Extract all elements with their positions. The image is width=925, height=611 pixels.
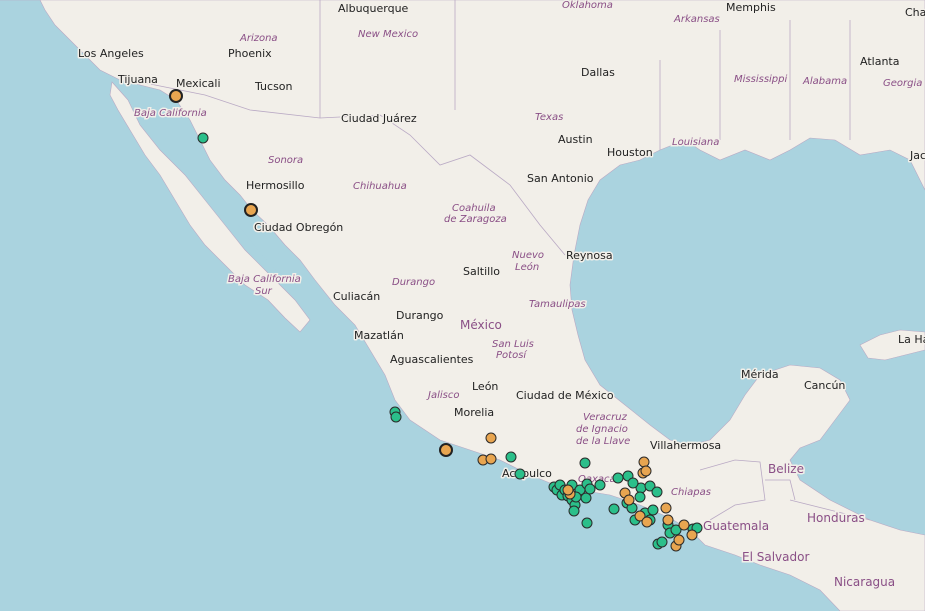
region-label: Coahuila bbox=[452, 203, 496, 214]
region-label: Tamaulipas bbox=[529, 299, 586, 310]
earthquake-marker[interactable] bbox=[651, 486, 663, 498]
earthquake-marker[interactable] bbox=[634, 491, 646, 503]
country-label: Honduras bbox=[807, 511, 865, 525]
region-label: Jalisco bbox=[426, 390, 459, 401]
city-label: Mazatlán bbox=[354, 329, 404, 342]
earthquake-marker[interactable] bbox=[656, 536, 668, 548]
city-label: Mexicali bbox=[176, 77, 221, 90]
city-label: Jac bbox=[909, 149, 925, 162]
earthquake-marker[interactable] bbox=[641, 516, 653, 528]
city-label: Memphis bbox=[726, 1, 776, 14]
region-label: Mississippi bbox=[734, 74, 787, 85]
earthquake-marker[interactable] bbox=[584, 483, 596, 495]
earthquake-marker[interactable] bbox=[673, 534, 685, 546]
city-label: Villahermosa bbox=[650, 439, 721, 452]
region-label: de la Llave bbox=[576, 436, 630, 447]
region-label: Veracruz bbox=[583, 412, 628, 423]
earthquake-marker[interactable] bbox=[485, 453, 497, 465]
region-label: Oklahoma bbox=[562, 0, 613, 11]
region-label: León bbox=[515, 261, 539, 273]
city-label: Durango bbox=[396, 309, 444, 322]
earthquake-marker[interactable] bbox=[594, 479, 606, 491]
city-label: Hermosillo bbox=[246, 179, 305, 192]
city-label: Ciudad Obregón bbox=[254, 221, 343, 234]
earthquake-marker[interactable] bbox=[608, 503, 620, 515]
city-label: Los Angeles bbox=[78, 47, 144, 60]
region-label: Chihuahua bbox=[353, 181, 407, 192]
earthquake-marker[interactable] bbox=[640, 465, 652, 477]
earthquake-marker[interactable] bbox=[686, 529, 698, 541]
land-layer bbox=[0, 0, 925, 611]
city-label: Morelia bbox=[454, 406, 494, 419]
region-label: Potosí bbox=[496, 349, 527, 361]
earthquake-marker[interactable] bbox=[627, 477, 639, 489]
region-label: de Ignacio bbox=[576, 424, 628, 435]
city-label: Reynosa bbox=[566, 249, 613, 262]
earthquake-marker[interactable] bbox=[390, 411, 402, 423]
region-label: Sonora bbox=[268, 155, 303, 166]
earthquake-marker[interactable] bbox=[647, 504, 659, 516]
region-label: Baja California bbox=[134, 108, 207, 119]
city-label: Tucson bbox=[254, 80, 293, 93]
earthquake-marker[interactable] bbox=[660, 502, 672, 514]
city-label: Dallas bbox=[581, 66, 615, 79]
city-label: Cha bbox=[905, 6, 925, 19]
earthquake-marker[interactable] bbox=[197, 132, 209, 144]
city-label: Tijuana bbox=[117, 73, 158, 86]
region-label: Durango bbox=[392, 277, 435, 288]
city-label: San Antonio bbox=[527, 172, 594, 185]
city-label: Albuquerque bbox=[338, 2, 409, 15]
earthquake-marker[interactable] bbox=[568, 505, 580, 517]
earthquake-marker[interactable] bbox=[581, 517, 593, 529]
city-label: Atlanta bbox=[860, 55, 899, 68]
city-label: Ciudad Juárez bbox=[341, 112, 417, 125]
region-label: Sur bbox=[255, 286, 273, 297]
earthquake-marker[interactable] bbox=[439, 443, 453, 457]
map-canvas[interactable]: Albuquerque Memphis Los Angeles Phoenix … bbox=[0, 0, 925, 611]
region-label: Arizona bbox=[239, 33, 278, 44]
region-label: Baja California bbox=[228, 274, 301, 285]
earthquake-marker[interactable] bbox=[244, 203, 258, 217]
city-label: Phoenix bbox=[228, 47, 272, 60]
city-label: Aguascalientes bbox=[390, 353, 474, 366]
land-north-america bbox=[0, 0, 925, 611]
city-label: La Ha bbox=[898, 333, 925, 346]
country-label: Nicaragua bbox=[834, 575, 895, 589]
city-label: Saltillo bbox=[463, 265, 500, 278]
earthquake-marker[interactable] bbox=[169, 89, 183, 103]
earthquake-marker[interactable] bbox=[580, 492, 592, 504]
country-label: Guatemala bbox=[703, 519, 769, 533]
city-label: Ciudad de México bbox=[516, 389, 614, 402]
earthquake-marker[interactable] bbox=[623, 494, 635, 506]
country-label: El Salvador bbox=[742, 550, 809, 564]
earthquake-marker[interactable] bbox=[514, 468, 526, 480]
earthquake-marker[interactable] bbox=[662, 514, 674, 526]
region-label: Arkansas bbox=[673, 14, 720, 25]
earthquake-marker[interactable] bbox=[562, 484, 574, 496]
region-label: Georgia bbox=[883, 78, 922, 89]
region-label: Chiapas bbox=[671, 487, 711, 498]
region-label: Texas bbox=[535, 112, 563, 123]
region-label: Nuevo bbox=[512, 250, 544, 261]
city-label: Austin bbox=[558, 133, 593, 146]
earthquake-marker[interactable] bbox=[638, 456, 650, 468]
city-label: Houston bbox=[607, 146, 653, 159]
earthquake-marker[interactable] bbox=[612, 472, 624, 484]
region-label: San Luis bbox=[492, 339, 534, 350]
earthquake-marker[interactable] bbox=[579, 457, 591, 469]
city-label: Mérida bbox=[741, 368, 779, 381]
city-label: Cancún bbox=[804, 379, 845, 392]
earthquake-marker[interactable] bbox=[505, 451, 517, 463]
region-label: New Mexico bbox=[358, 29, 418, 40]
region-label: Alabama bbox=[802, 76, 847, 87]
region-label: Louisiana bbox=[672, 137, 719, 148]
country-label: Belize bbox=[768, 462, 804, 476]
earthquake-marker[interactable] bbox=[678, 519, 690, 531]
city-label: Acapulco bbox=[502, 467, 552, 480]
region-label: de Zaragoza bbox=[444, 214, 507, 225]
earthquake-marker[interactable] bbox=[485, 432, 497, 444]
country-label: México bbox=[460, 318, 502, 332]
city-label: Culiacán bbox=[333, 290, 380, 303]
city-label: León bbox=[472, 380, 498, 393]
